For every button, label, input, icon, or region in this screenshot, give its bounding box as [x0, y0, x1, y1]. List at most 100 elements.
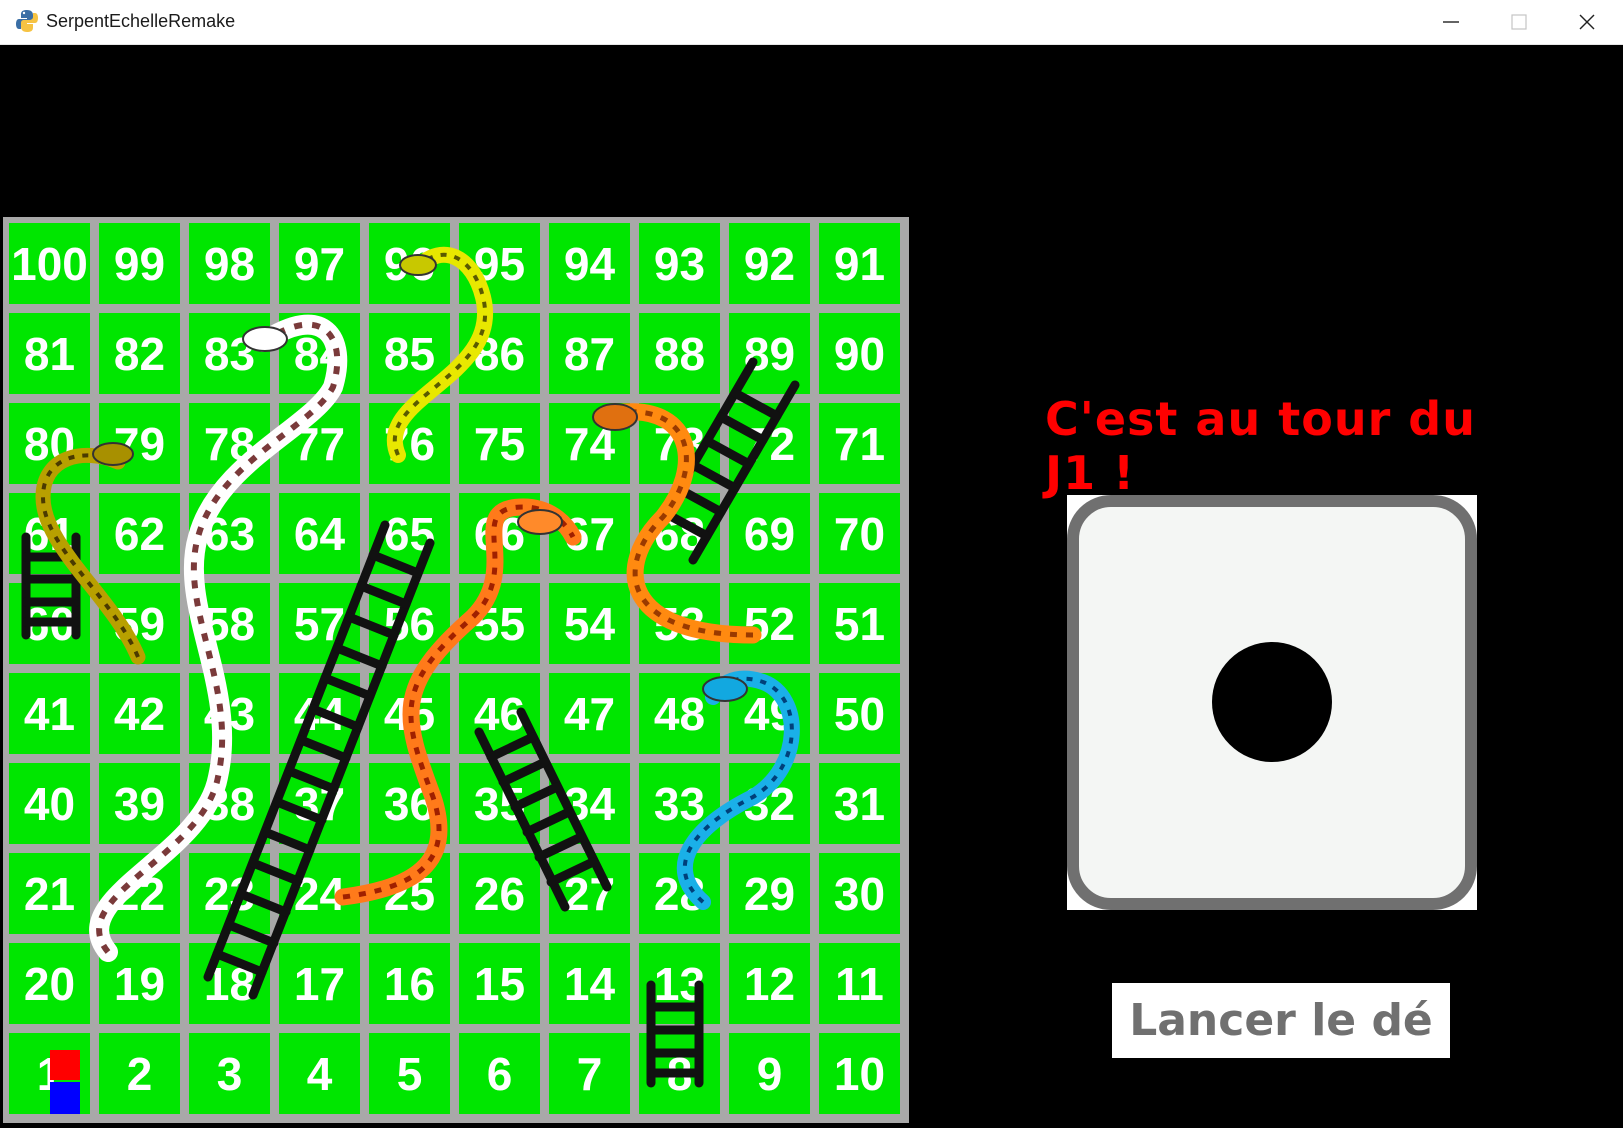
board-cell: 36: [369, 763, 450, 844]
board-cell: 37: [279, 763, 360, 844]
board-cell: 64: [279, 493, 360, 574]
board-cell: 95: [459, 223, 540, 304]
player-2-token: [50, 1082, 80, 1114]
board-cell: 78: [189, 403, 270, 484]
board-cell: 67: [549, 493, 630, 574]
board-cell: 26: [459, 853, 540, 934]
board-cell: 7: [549, 1033, 630, 1114]
board-cell: 2: [99, 1033, 180, 1114]
board-cell: 99: [99, 223, 180, 304]
board-cell: 16: [369, 943, 450, 1024]
board-cell: 73: [639, 403, 720, 484]
dice-face: [1067, 495, 1477, 910]
board-cell: 15: [459, 943, 540, 1024]
board-cell: 62: [99, 493, 180, 574]
board-cell: 5: [369, 1033, 450, 1114]
board-cell: 97: [279, 223, 360, 304]
board-cell: 85: [369, 313, 450, 394]
board-cell: 43: [189, 673, 270, 754]
board-cell: 12: [729, 943, 810, 1024]
board-cell: 24: [279, 853, 360, 934]
window-title: SerpentEchelleRemake: [46, 11, 236, 31]
board-cell: 14: [549, 943, 630, 1024]
board-cell: 56: [369, 583, 450, 664]
board-cell: 57: [279, 583, 360, 664]
board-cell: 39: [99, 763, 180, 844]
board-cell: 49: [729, 673, 810, 754]
dice: [1067, 495, 1477, 910]
board-cell: 9: [729, 1033, 810, 1114]
board-cell: 42: [99, 673, 180, 754]
board-cell: 38: [189, 763, 270, 844]
board-cell: 3: [189, 1033, 270, 1114]
board-cell: 63: [189, 493, 270, 574]
board-cell: 48: [639, 673, 720, 754]
board-cell: 65: [369, 493, 450, 574]
board-cell: 69: [729, 493, 810, 574]
board-cell: 71: [819, 403, 900, 484]
game-board: 100 99 98 97 96 95 94 93 92 91 81 82 83 84 85 86 87 88 89 9…: [3, 217, 909, 1123]
board-cell: 23: [189, 853, 270, 934]
board-cell: 74: [549, 403, 630, 484]
board-cell: 52: [729, 583, 810, 664]
board-cell: 32: [729, 763, 810, 844]
board-cell: 100: [9, 223, 90, 304]
board-cell: 45: [369, 673, 450, 754]
board-cell: 19: [99, 943, 180, 1024]
board-cell: 79: [99, 403, 180, 484]
board-cell: 82: [99, 313, 180, 394]
board-cell: 11: [819, 943, 900, 1024]
board-cell: 27: [549, 853, 630, 934]
board-cell: 29: [729, 853, 810, 934]
board-cell: 70: [819, 493, 900, 574]
board-cell: 96: [369, 223, 450, 304]
maximize-icon: [1511, 14, 1527, 30]
board-cell: 33: [639, 763, 720, 844]
title-bar[interactable]: SerpentEchelleRemake: [0, 0, 1623, 45]
maximize-button[interactable]: [1486, 0, 1552, 44]
board-cell: 76: [369, 403, 450, 484]
board-cell: 25: [369, 853, 450, 934]
board-cell: 40: [9, 763, 90, 844]
board-cell: 83: [189, 313, 270, 394]
board-cell: 21: [9, 853, 90, 934]
board-cell: 66: [459, 493, 540, 574]
board-cell: 87: [549, 313, 630, 394]
board-cell: 10: [819, 1033, 900, 1114]
board-cell: 8: [639, 1033, 720, 1114]
board-cell: 92: [729, 223, 810, 304]
board-cell: 46: [459, 673, 540, 754]
board-cell: 90: [819, 313, 900, 394]
game-window: SerpentEchelleRemake 100 99 98 97 96 95 94 93 92…: [0, 0, 1623, 1128]
board-cell: 17: [279, 943, 360, 1024]
board-cell: 44: [279, 673, 360, 754]
board-cell: 81: [9, 313, 90, 394]
board-cell: 18: [189, 943, 270, 1024]
minimize-button[interactable]: [1418, 0, 1484, 44]
board-cell: 75: [459, 403, 540, 484]
close-button[interactable]: [1554, 0, 1620, 44]
board-cell: 22: [99, 853, 180, 934]
board-cell: 47: [549, 673, 630, 754]
board-cell: 80: [9, 403, 90, 484]
board-cell: 13: [639, 943, 720, 1024]
board-cell: 89: [729, 313, 810, 394]
board-cell: 28: [639, 853, 720, 934]
python-app-icon: [16, 10, 38, 32]
board-cell: 35: [459, 763, 540, 844]
board-cell: 54: [549, 583, 630, 664]
dice-pip: [1212, 642, 1332, 762]
player-1-token: [50, 1050, 80, 1080]
board-cell: 88: [639, 313, 720, 394]
board-cell: 4: [279, 1033, 360, 1114]
board-cell: 58: [189, 583, 270, 664]
board-cell: 91: [819, 223, 900, 304]
board-cell: 94: [549, 223, 630, 304]
board-cell: 98: [189, 223, 270, 304]
board-cell: 86: [459, 313, 540, 394]
roll-dice-button[interactable]: Lancer le dé: [1112, 983, 1450, 1058]
board-cell: 84: [279, 313, 360, 394]
board-cell: 30: [819, 853, 900, 934]
turn-indicator: C'est au tour du J1 !: [1045, 392, 1476, 500]
close-icon: [1579, 14, 1595, 30]
